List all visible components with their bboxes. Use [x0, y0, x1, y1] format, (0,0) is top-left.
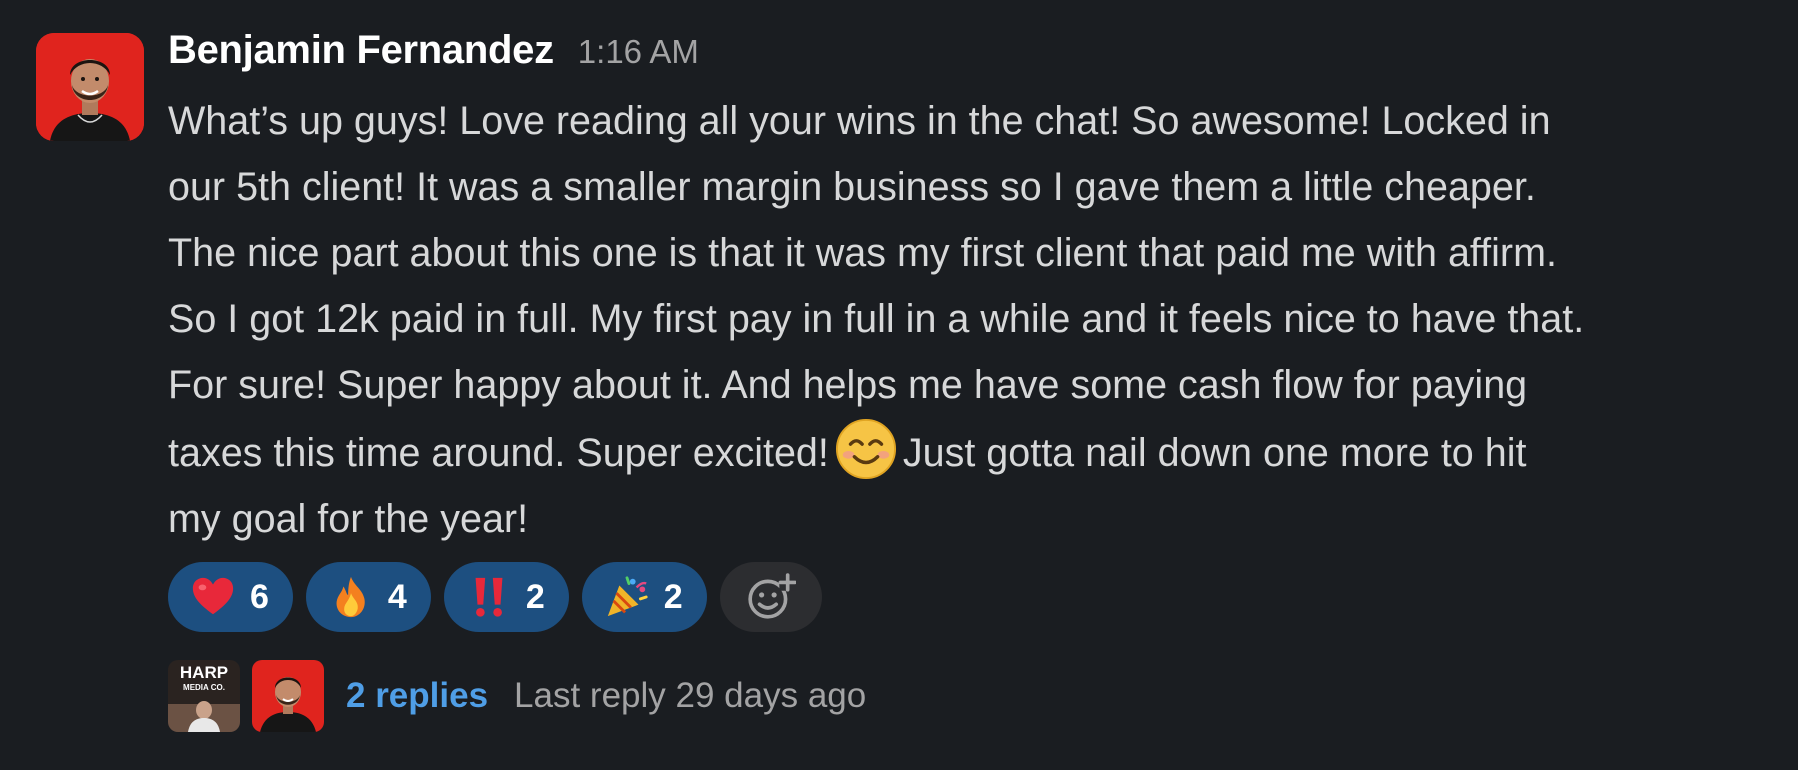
double-exclamation-icon — [466, 574, 512, 620]
thread-summary[interactable]: HARP MEDIA CO. 2 replies Last reply 29 d… — [168, 660, 866, 732]
fire-icon — [328, 574, 374, 620]
message-body: What’s up guys! Love reading all your wi… — [168, 88, 1778, 552]
message-text: taxes this time around. Super excited! — [168, 431, 829, 475]
message-line: For sure! Super happy about it. And help… — [168, 363, 1528, 407]
reactions-bar: 6 4 2 2 — [168, 562, 822, 632]
reaction-count: 6 — [250, 577, 269, 616]
message-timestamp[interactable]: 1:16 AM — [578, 33, 699, 71]
message-line: my goal for the year! — [168, 497, 529, 541]
message-line: The nice part about this one is that it … — [168, 231, 1557, 275]
reaction-count: 4 — [387, 577, 407, 616]
message: Benjamin Fernandez 1:16 AM What’s up guy… — [0, 0, 1798, 770]
add-reaction-button[interactable] — [719, 562, 822, 632]
message-line: So I got 12k paid in full. My first pay … — [168, 297, 1585, 341]
message-text: Just gotta nail down one more to hit — [902, 431, 1527, 475]
reaction-party-popper[interactable]: 2 — [581, 562, 707, 632]
heart-icon — [190, 574, 236, 620]
last-reply-text: Last reply 29 days ago — [514, 676, 867, 715]
party-popper-icon — [604, 574, 650, 620]
sender-avatar[interactable] — [36, 33, 144, 141]
thread-avatar-subtext: MEDIA CO. — [183, 683, 225, 692]
thread-reply-avatar[interactable]: HARP MEDIA CO. — [168, 660, 240, 732]
thread-reply-avatar[interactable] — [252, 660, 324, 732]
message-line: our 5th client! It was a smaller margin … — [168, 165, 1536, 209]
message-header: Benjamin Fernandez 1:16 AM — [168, 28, 699, 84]
thread-avatar-text: HARP — [180, 663, 228, 682]
replies-link[interactable]: 2 replies — [346, 676, 488, 716]
reaction-heart[interactable]: 6 — [168, 562, 293, 632]
sender-name[interactable]: Benjamin Fernandez — [168, 28, 554, 73]
reaction-double-exclamation[interactable]: 2 — [443, 562, 569, 632]
message-line: What’s up guys! Love reading all your wi… — [168, 99, 1551, 143]
message-line: taxes this time around. Super excited! J… — [168, 418, 1778, 486]
smiling-face-emoji-icon — [835, 418, 896, 480]
add-reaction-icon — [748, 573, 796, 619]
reaction-count: 2 — [663, 577, 683, 616]
reaction-count: 2 — [525, 577, 545, 616]
reaction-fire[interactable]: 4 — [305, 562, 431, 632]
